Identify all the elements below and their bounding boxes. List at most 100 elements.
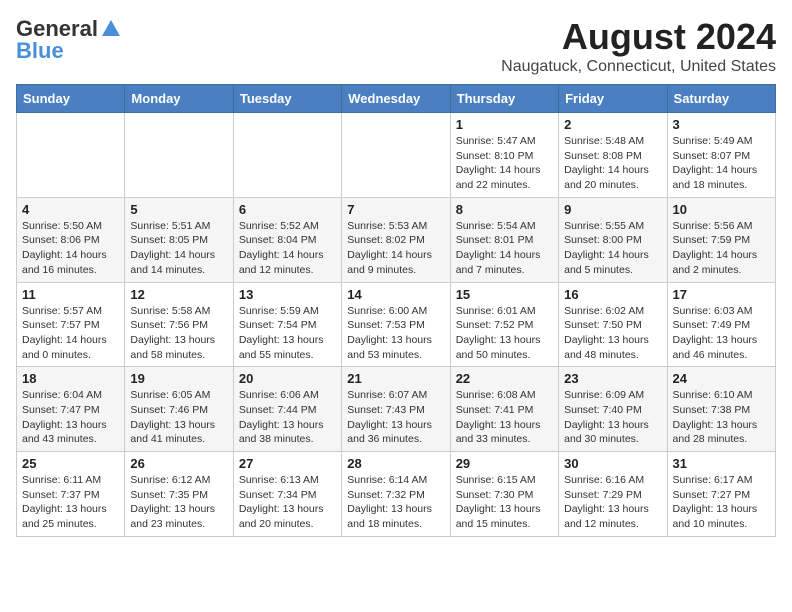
day-number: 22: [456, 371, 553, 386]
day-info: Sunrise: 5:57 AM Sunset: 7:57 PM Dayligh…: [22, 304, 119, 363]
day-number: 31: [673, 456, 770, 471]
day-number: 15: [456, 287, 553, 302]
calendar-cell: 4 Sunrise: 5:50 AM Sunset: 8:06 PM Daylig…: [17, 197, 125, 282]
calendar-cell: 6 Sunrise: 5:52 AM Sunset: 8:04 PM Daylig…: [233, 197, 341, 282]
day-number: 30: [564, 456, 661, 471]
day-info: Sunrise: 5:49 AM Sunset: 8:07 PM Dayligh…: [673, 134, 770, 193]
day-number: 10: [673, 202, 770, 217]
day-info: Sunrise: 6:09 AM Sunset: 7:40 PM Dayligh…: [564, 388, 661, 447]
day-header-thursday: Thursday: [450, 85, 558, 113]
calendar-cell: [125, 113, 233, 198]
calendar-week-3: 11 Sunrise: 5:57 AM Sunset: 7:57 PM Dayli…: [17, 282, 776, 367]
day-info: Sunrise: 6:02 AM Sunset: 7:50 PM Dayligh…: [564, 304, 661, 363]
day-header-friday: Friday: [559, 85, 667, 113]
day-info: Sunrise: 6:11 AM Sunset: 7:37 PM Dayligh…: [22, 473, 119, 532]
calendar-cell: 22 Sunrise: 6:08 AM Sunset: 7:41 PM Dayli…: [450, 367, 558, 452]
calendar-cell: [233, 113, 341, 198]
calendar-cell: 8 Sunrise: 5:54 AM Sunset: 8:01 PM Daylig…: [450, 197, 558, 282]
calendar-cell: 5Sunrise: 5:51 AM Sunset: 8:05 PM Daylig…: [125, 197, 233, 282]
calendar-week-5: 25 Sunrise: 6:11 AM Sunset: 7:37 PM Dayli…: [17, 452, 776, 537]
calendar-cell: 29 Sunrise: 6:15 AM Sunset: 7:30 PM Dayli…: [450, 452, 558, 537]
calendar-cell: 26Sunrise: 6:12 AM Sunset: 7:35 PM Dayli…: [125, 452, 233, 537]
day-number: 17: [673, 287, 770, 302]
day-number: 29: [456, 456, 553, 471]
calendar-cell: 25 Sunrise: 6:11 AM Sunset: 7:37 PM Dayli…: [17, 452, 125, 537]
calendar-cell: 14Sunrise: 6:00 AM Sunset: 7:53 PM Dayli…: [342, 282, 450, 367]
calendar-cell: 17 Sunrise: 6:03 AM Sunset: 7:49 PM Dayli…: [667, 282, 775, 367]
day-number: 21: [347, 371, 444, 386]
title-section: August 2024 Naugatuck, Connecticut, Unit…: [501, 16, 776, 76]
day-number: 13: [239, 287, 336, 302]
calendar-cell: 28Sunrise: 6:14 AM Sunset: 7:32 PM Dayli…: [342, 452, 450, 537]
day-info: Sunrise: 5:59 AM Sunset: 7:54 PM Dayligh…: [239, 304, 336, 363]
calendar-cell: 21 Sunrise: 6:07 AM Sunset: 7:43 PM Dayli…: [342, 367, 450, 452]
day-info: Sunrise: 6:10 AM Sunset: 7:38 PM Dayligh…: [673, 388, 770, 447]
day-info: Sunrise: 6:04 AM Sunset: 7:47 PM Dayligh…: [22, 388, 119, 447]
day-info: Sunrise: 6:14 AM Sunset: 7:32 PM Dayligh…: [347, 473, 444, 532]
calendar-cell: 7Sunrise: 5:53 AM Sunset: 8:02 PM Daylig…: [342, 197, 450, 282]
calendar-cell: 2 Sunrise: 5:48 AM Sunset: 8:08 PM Daylig…: [559, 113, 667, 198]
day-info: Sunrise: 6:06 AM Sunset: 7:44 PM Dayligh…: [239, 388, 336, 447]
calendar-cell: 19 Sunrise: 6:05 AM Sunset: 7:46 PM Dayli…: [125, 367, 233, 452]
day-number: 4: [22, 202, 119, 217]
day-info: Sunrise: 5:55 AM Sunset: 8:00 PM Dayligh…: [564, 219, 661, 278]
day-number: 7: [347, 202, 444, 217]
calendar-cell: 3Sunrise: 5:49 AM Sunset: 8:07 PM Daylig…: [667, 113, 775, 198]
day-header-tuesday: Tuesday: [233, 85, 341, 113]
day-number: 24: [673, 371, 770, 386]
day-number: 27: [239, 456, 336, 471]
day-info: Sunrise: 6:17 AM Sunset: 7:27 PM Dayligh…: [673, 473, 770, 532]
page-header: General Blue August 2024 Naugatuck, Conn…: [16, 16, 776, 76]
calendar-cell: 12Sunrise: 5:58 AM Sunset: 7:56 PM Dayli…: [125, 282, 233, 367]
calendar-cell: 9 Sunrise: 5:55 AM Sunset: 8:00 PM Daylig…: [559, 197, 667, 282]
day-number: 23: [564, 371, 661, 386]
day-number: 20: [239, 371, 336, 386]
day-number: 11: [22, 287, 119, 302]
day-header-sunday: Sunday: [17, 85, 125, 113]
calendar-cell: 1Sunrise: 5:47 AM Sunset: 8:10 PM Daylig…: [450, 113, 558, 198]
day-number: 19: [130, 371, 227, 386]
day-info: Sunrise: 6:03 AM Sunset: 7:49 PM Dayligh…: [673, 304, 770, 363]
calendar-cell: 10Sunrise: 5:56 AM Sunset: 7:59 PM Dayli…: [667, 197, 775, 282]
day-number: 12: [130, 287, 227, 302]
day-number: 8: [456, 202, 553, 217]
day-info: Sunrise: 5:54 AM Sunset: 8:01 PM Dayligh…: [456, 219, 553, 278]
calendar-cell: 31 Sunrise: 6:17 AM Sunset: 7:27 PM Dayli…: [667, 452, 775, 537]
logo: General Blue: [16, 16, 124, 64]
logo-blue-text: Blue: [16, 38, 64, 64]
day-info: Sunrise: 6:13 AM Sunset: 7:34 PM Dayligh…: [239, 473, 336, 532]
calendar-cell: [342, 113, 450, 198]
day-number: 2: [564, 117, 661, 132]
day-info: Sunrise: 6:05 AM Sunset: 7:46 PM Dayligh…: [130, 388, 227, 447]
day-info: Sunrise: 5:48 AM Sunset: 8:08 PM Dayligh…: [564, 134, 661, 193]
day-number: 9: [564, 202, 661, 217]
day-info: Sunrise: 6:00 AM Sunset: 7:53 PM Dayligh…: [347, 304, 444, 363]
day-info: Sunrise: 6:07 AM Sunset: 7:43 PM Dayligh…: [347, 388, 444, 447]
logo-icon: [100, 18, 122, 40]
calendar-cell: 27 Sunrise: 6:13 AM Sunset: 7:34 PM Dayli…: [233, 452, 341, 537]
calendar-cell: 20 Sunrise: 6:06 AM Sunset: 7:44 PM Dayli…: [233, 367, 341, 452]
calendar-cell: 18 Sunrise: 6:04 AM Sunset: 7:47 PM Dayli…: [17, 367, 125, 452]
day-info: Sunrise: 6:12 AM Sunset: 7:35 PM Dayligh…: [130, 473, 227, 532]
day-header-monday: Monday: [125, 85, 233, 113]
day-info: Sunrise: 5:52 AM Sunset: 8:04 PM Dayligh…: [239, 219, 336, 278]
day-info: Sunrise: 5:50 AM Sunset: 8:06 PM Dayligh…: [22, 219, 119, 278]
calendar-cell: 11 Sunrise: 5:57 AM Sunset: 7:57 PM Dayli…: [17, 282, 125, 367]
calendar-header-row: SundayMondayTuesdayWednesdayThursdayFrid…: [17, 85, 776, 113]
day-header-wednesday: Wednesday: [342, 85, 450, 113]
day-info: Sunrise: 5:47 AM Sunset: 8:10 PM Dayligh…: [456, 134, 553, 193]
day-number: 25: [22, 456, 119, 471]
calendar-cell: 23 Sunrise: 6:09 AM Sunset: 7:40 PM Dayli…: [559, 367, 667, 452]
calendar-cell: 13 Sunrise: 5:59 AM Sunset: 7:54 PM Dayli…: [233, 282, 341, 367]
calendar-cell: 16Sunrise: 6:02 AM Sunset: 7:50 PM Dayli…: [559, 282, 667, 367]
location: Naugatuck, Connecticut, United States: [501, 58, 776, 76]
calendar-cell: 24 Sunrise: 6:10 AM Sunset: 7:38 PM Dayli…: [667, 367, 775, 452]
day-info: Sunrise: 6:01 AM Sunset: 7:52 PM Dayligh…: [456, 304, 553, 363]
day-info: Sunrise: 6:15 AM Sunset: 7:30 PM Dayligh…: [456, 473, 553, 532]
day-number: 18: [22, 371, 119, 386]
month-title: August 2024: [501, 16, 776, 58]
calendar-week-2: 4 Sunrise: 5:50 AM Sunset: 8:06 PM Daylig…: [17, 197, 776, 282]
day-info: Sunrise: 6:08 AM Sunset: 7:41 PM Dayligh…: [456, 388, 553, 447]
day-number: 6: [239, 202, 336, 217]
calendar-cell: 30Sunrise: 6:16 AM Sunset: 7:29 PM Dayli…: [559, 452, 667, 537]
